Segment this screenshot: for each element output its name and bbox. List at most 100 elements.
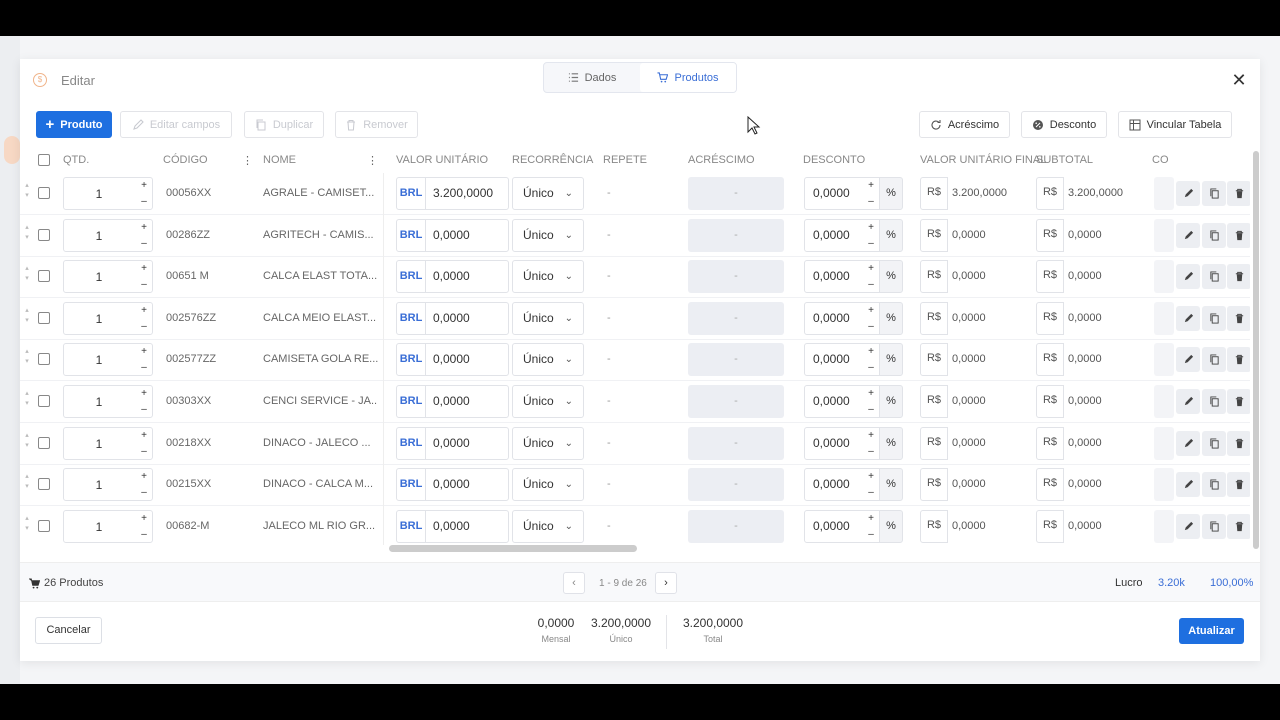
- discount-percent-toggle[interactable]: %: [879, 260, 903, 293]
- increment-icon[interactable]: +: [136, 261, 152, 277]
- header-surcharge[interactable]: ACRÉSCIMO: [688, 154, 755, 166]
- column-menu-icon[interactable]: ⋮: [367, 154, 378, 167]
- reorder-handle-icon[interactable]: ▴ ▾: [23, 472, 31, 492]
- reorder-handle-icon[interactable]: ▴ ▾: [23, 223, 31, 243]
- surcharge-cell[interactable]: -: [688, 468, 784, 501]
- currency-selector[interactable]: BRL: [396, 385, 426, 418]
- discount-value[interactable]: 0,0000: [813, 186, 850, 200]
- discount-value[interactable]: 0,0000: [813, 352, 850, 366]
- recurrence-select[interactable]: Único ⌄: [512, 177, 584, 210]
- delete-row-button[interactable]: [1227, 514, 1250, 539]
- quantity-value[interactable]: 1: [64, 229, 134, 243]
- header-repeat[interactable]: REPETE: [603, 154, 647, 166]
- increment-icon[interactable]: +: [863, 220, 879, 235]
- update-button[interactable]: Atualizar: [1179, 618, 1244, 644]
- delete-row-button[interactable]: [1227, 472, 1250, 497]
- discount-value[interactable]: 0,0000: [813, 394, 850, 408]
- increment-icon[interactable]: +: [863, 178, 879, 193]
- row-checkbox[interactable]: [38, 520, 50, 532]
- duplicate-row-button[interactable]: [1202, 514, 1226, 539]
- table-row[interactable]: ▴ ▾ 1 + –00215XX DINACO - CALCA M... BRL 0,0000…: [20, 464, 1250, 506]
- recurrence-select[interactable]: Único ⌄: [512, 385, 584, 418]
- edit-row-button[interactable]: [1176, 389, 1200, 414]
- edit-row-button[interactable]: [1176, 181, 1200, 206]
- discount-button[interactable]: Desconto: [1021, 111, 1107, 138]
- increment-icon[interactable]: +: [136, 386, 152, 402]
- quantity-value[interactable]: 1: [64, 395, 134, 409]
- table-row[interactable]: ▴ ▾ 1 + –002577ZZ CAMISETA GOLA RE... BRL 0,000…: [20, 339, 1250, 381]
- tab-produtos[interactable]: Produtos: [640, 63, 736, 92]
- decrement-icon[interactable]: –: [863, 194, 879, 209]
- discount-value[interactable]: 0,0000: [813, 311, 850, 325]
- quantity-stepper[interactable]: 1 + –: [63, 343, 153, 376]
- quantity-value[interactable]: 1: [64, 187, 134, 201]
- discount-input[interactable]: 0,0000 + –: [804, 385, 880, 418]
- unit-value-input[interactable]: 0,0000: [425, 510, 509, 543]
- quantity-stepper[interactable]: 1 + –: [63, 177, 153, 210]
- discount-input[interactable]: 0,0000 + –: [804, 343, 880, 376]
- reorder-handle-icon[interactable]: ▴ ▾: [23, 347, 31, 367]
- decrement-icon[interactable]: –: [863, 444, 879, 459]
- discount-percent-toggle[interactable]: %: [879, 343, 903, 376]
- increment-icon[interactable]: +: [136, 428, 152, 444]
- surcharge-cell[interactable]: -: [688, 260, 784, 293]
- unit-value-input[interactable]: 0,0000: [425, 219, 509, 252]
- delete-row-button[interactable]: [1227, 347, 1250, 372]
- increment-icon[interactable]: +: [136, 178, 152, 194]
- decrement-icon[interactable]: –: [863, 319, 879, 334]
- edit-fields-button[interactable]: Editar campos: [120, 111, 232, 138]
- increment-icon[interactable]: +: [863, 386, 879, 401]
- duplicate-row-button[interactable]: [1202, 181, 1226, 206]
- table-row[interactable]: ▴ ▾ 1 + –002576ZZ CALCA MEIO ELAST... BRL 0,000…: [20, 298, 1250, 340]
- header-final-unit-value[interactable]: VALOR UNITÁRIO FINAL: [920, 154, 1046, 166]
- decrement-icon[interactable]: –: [136, 444, 152, 460]
- duplicate-row-button[interactable]: [1202, 431, 1226, 456]
- quantity-stepper[interactable]: 1 + –: [63, 302, 153, 335]
- quantity-stepper[interactable]: 1 + –: [63, 510, 153, 543]
- prev-page-button[interactable]: ‹: [563, 572, 585, 594]
- quantity-value[interactable]: 1: [64, 478, 134, 492]
- unit-value-input[interactable]: 0,0000: [425, 343, 509, 376]
- recurrence-select[interactable]: Único ⌄: [512, 260, 584, 293]
- edit-row-button[interactable]: [1176, 223, 1200, 248]
- row-checkbox[interactable]: [38, 478, 50, 490]
- discount-value[interactable]: 0,0000: [813, 269, 850, 283]
- currency-selector[interactable]: BRL: [396, 468, 426, 501]
- decrement-icon[interactable]: –: [136, 236, 152, 252]
- unit-value-input[interactable]: 0,0000: [425, 260, 509, 293]
- remove-button[interactable]: Remover: [335, 111, 418, 138]
- discount-input[interactable]: 0,0000 + –: [804, 177, 880, 210]
- quantity-value[interactable]: 1: [64, 270, 134, 284]
- decrement-icon[interactable]: –: [863, 277, 879, 292]
- table-row[interactable]: ▴ ▾ 1 + –00286ZZ AGRITECH - CAMIS... BRL 0,0000…: [20, 215, 1250, 257]
- increment-icon[interactable]: +: [136, 220, 152, 236]
- quantity-value[interactable]: 1: [64, 520, 134, 534]
- discount-input[interactable]: 0,0000 + –: [804, 468, 880, 501]
- surcharge-cell[interactable]: -: [688, 427, 784, 460]
- surcharge-cell[interactable]: -: [688, 177, 784, 210]
- unit-value-input[interactable]: 0,0000: [425, 302, 509, 335]
- surcharge-cell[interactable]: -: [688, 343, 784, 376]
- surcharge-cell[interactable]: -: [688, 510, 784, 543]
- next-page-button[interactable]: ›: [655, 572, 677, 594]
- unit-value-input[interactable]: 0,0000: [425, 468, 509, 501]
- add-product-button[interactable]: + Produto: [36, 111, 112, 138]
- discount-input[interactable]: 0,0000 + –: [804, 427, 880, 460]
- reorder-handle-icon[interactable]: ▴ ▾: [23, 389, 31, 409]
- discount-percent-toggle[interactable]: %: [879, 385, 903, 418]
- recurrence-select[interactable]: Único ⌄: [512, 219, 584, 252]
- quantity-value[interactable]: 1: [64, 312, 134, 326]
- reorder-handle-icon[interactable]: ▴ ▾: [23, 431, 31, 451]
- header-co[interactable]: CO: [1152, 154, 1169, 166]
- recurrence-select[interactable]: Único ⌄: [512, 427, 584, 460]
- edit-row-button[interactable]: [1176, 472, 1200, 497]
- edit-row-button[interactable]: [1176, 264, 1200, 289]
- duplicate-row-button[interactable]: [1202, 223, 1226, 248]
- increment-icon[interactable]: +: [863, 511, 879, 526]
- table-row[interactable]: ▴ ▾ 1 + –00056XX AGRALE - CAMISET... BRL 3.200,…: [20, 173, 1250, 215]
- surcharge-cell[interactable]: -: [688, 219, 784, 252]
- currency-selector[interactable]: BRL: [396, 260, 426, 293]
- decrement-icon[interactable]: –: [863, 236, 879, 251]
- decrement-icon[interactable]: –: [863, 402, 879, 417]
- surcharge-button[interactable]: Acréscimo: [919, 111, 1010, 138]
